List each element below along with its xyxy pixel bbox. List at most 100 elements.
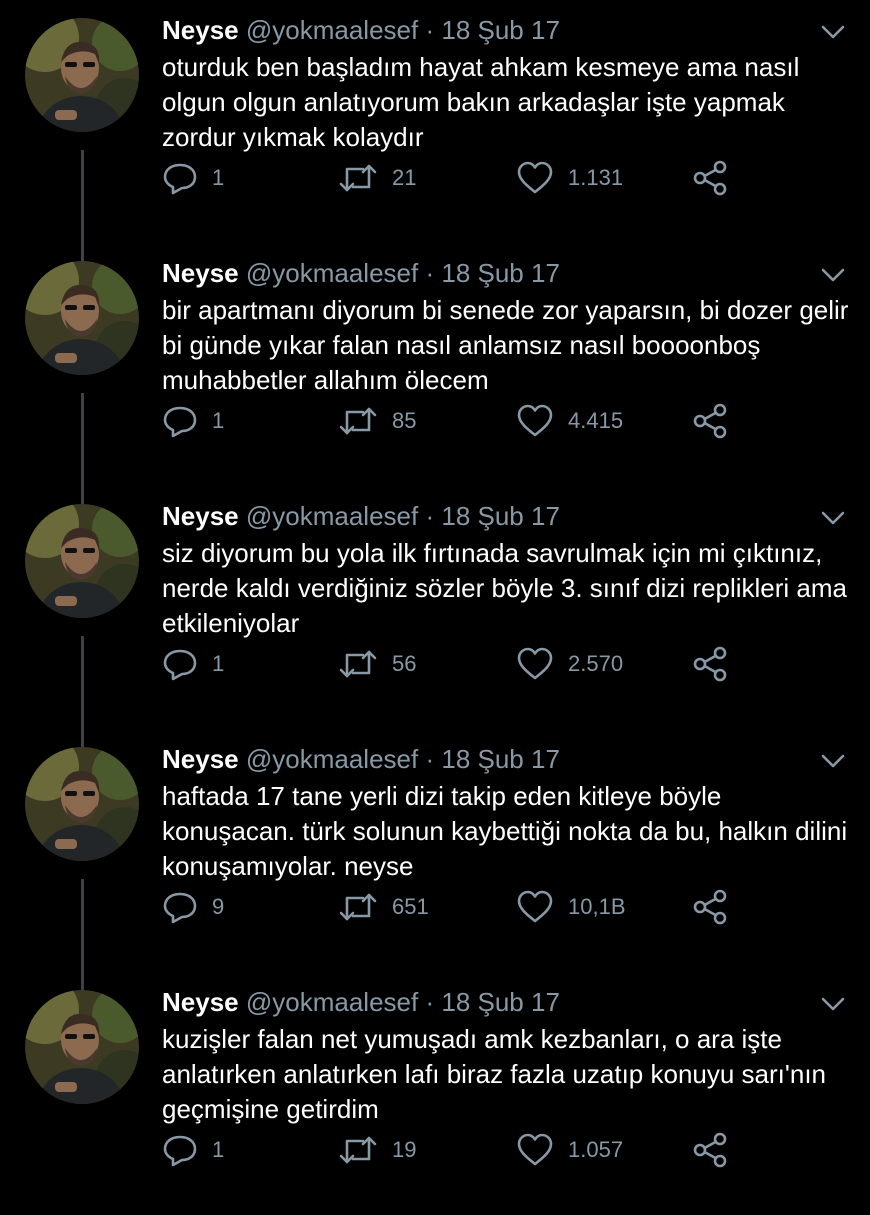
retweet-button[interactable]: 85 (338, 401, 416, 441)
user-handle[interactable]: @yokmaalesef (246, 744, 418, 774)
retweet-icon (339, 407, 377, 435)
avatar[interactable] (25, 747, 139, 861)
avatar[interactable] (25, 504, 139, 618)
retweet-button[interactable]: 56 (338, 644, 416, 684)
avatar-photo (25, 747, 139, 861)
tweet[interactable]: Neyse @yokmaalesef · 18 Şub 17 oturduk b… (0, 0, 870, 243)
reply-icon (163, 1135, 197, 1167)
reply-button[interactable]: 1 (162, 1130, 224, 1170)
share-button[interactable] (692, 401, 728, 441)
like-button[interactable]: 1.057 (516, 1130, 623, 1170)
user-handle[interactable]: @yokmaalesef (246, 15, 418, 45)
share-button[interactable] (692, 644, 728, 684)
tweet[interactable]: Neyse @yokmaalesef · 18 Şub 17 haftada 1… (0, 729, 870, 972)
reply-count: 9 (212, 894, 225, 919)
retweet-count: 56 (392, 651, 417, 676)
display-name[interactable]: Neyse (162, 15, 239, 45)
like-count: 10,1B (568, 894, 626, 919)
tweet-header: Neyse @yokmaalesef · 18 Şub 17 (162, 500, 560, 532)
avatar-photo (25, 990, 139, 1104)
tweet-date[interactable]: 18 Şub 17 (441, 501, 560, 531)
tweet[interactable]: Neyse @yokmaalesef · 18 Şub 17 kuzişler … (0, 972, 870, 1215)
tweet-menu-button[interactable] (818, 263, 848, 287)
like-count: 4.415 (568, 408, 624, 433)
display-name[interactable]: Neyse (162, 258, 239, 288)
tweet-actions: 9 651 10,1B (162, 887, 762, 927)
tweet-header: Neyse @yokmaalesef · 18 Şub 17 (162, 14, 560, 46)
reply-count: 1 (212, 165, 225, 190)
display-name[interactable]: Neyse (162, 501, 239, 531)
tweet[interactable]: Neyse @yokmaalesef · 18 Şub 17 siz diyor… (0, 486, 870, 729)
avatar[interactable] (25, 18, 139, 132)
reply-icon (163, 406, 197, 438)
tweet-menu-button[interactable] (818, 20, 848, 44)
reply-icon (163, 163, 197, 195)
like-button[interactable]: 10,1B (516, 887, 626, 927)
display-name[interactable]: Neyse (162, 744, 239, 774)
like-button[interactable]: 4.415 (516, 401, 623, 441)
avatar-photo (25, 18, 139, 132)
reply-button[interactable]: 1 (162, 401, 224, 441)
heart-icon (517, 404, 553, 437)
tweet-date[interactable]: 18 Şub 17 (441, 987, 560, 1017)
separator-dot: · (425, 501, 435, 531)
retweet-count: 651 (392, 894, 429, 919)
chevron-down-icon (821, 268, 845, 282)
reply-button[interactable]: 1 (162, 158, 224, 198)
share-button[interactable] (692, 887, 728, 927)
reply-count: 1 (212, 408, 225, 433)
like-button[interactable]: 1.131 (516, 158, 623, 198)
retweet-button[interactable]: 21 (338, 158, 416, 198)
heart-icon (517, 890, 553, 923)
retweet-icon (339, 164, 377, 192)
retweet-icon (339, 893, 377, 921)
separator-dot: · (425, 987, 435, 1017)
reply-button[interactable]: 1 (162, 644, 224, 684)
share-icon (693, 160, 727, 196)
share-button[interactable] (692, 158, 728, 198)
reply-icon (163, 892, 197, 924)
share-icon (693, 646, 727, 682)
tweet[interactable]: Neyse @yokmaalesef · 18 Şub 17 bir apart… (0, 243, 870, 486)
tweet-header: Neyse @yokmaalesef · 18 Şub 17 (162, 257, 560, 289)
retweet-button[interactable]: 19 (338, 1130, 416, 1170)
separator-dot: · (425, 15, 435, 45)
heart-icon (517, 161, 553, 194)
display-name[interactable]: Neyse (162, 987, 239, 1017)
reply-count: 1 (212, 1137, 225, 1162)
reply-count: 1 (212, 651, 225, 676)
tweet-text: bir apartmanı diyorum bi senede zor yapa… (162, 295, 849, 395)
user-handle[interactable]: @yokmaalesef (246, 987, 418, 1017)
tweet-date[interactable]: 18 Şub 17 (441, 258, 560, 288)
tweet-date[interactable]: 18 Şub 17 (441, 15, 560, 45)
user-handle[interactable]: @yokmaalesef (246, 258, 418, 288)
chevron-down-icon (821, 511, 845, 525)
tweet-menu-button[interactable] (818, 992, 848, 1016)
heart-icon (517, 647, 553, 680)
tweet-date[interactable]: 18 Şub 17 (441, 744, 560, 774)
retweet-button[interactable]: 651 (338, 887, 429, 927)
avatar[interactable] (25, 990, 139, 1104)
heart-icon (517, 1133, 553, 1166)
avatar[interactable] (25, 261, 139, 375)
like-count: 2.570 (568, 651, 624, 676)
reply-button[interactable]: 9 (162, 887, 224, 927)
tweet-menu-button[interactable] (818, 749, 848, 773)
like-count: 1.131 (568, 165, 624, 190)
separator-dot: · (425, 258, 435, 288)
tweet-menu-button[interactable] (818, 506, 848, 530)
retweet-count: 85 (392, 408, 417, 433)
tweet-header: Neyse @yokmaalesef · 18 Şub 17 (162, 986, 560, 1018)
tweet-actions: 1 21 1.131 (162, 158, 762, 198)
like-button[interactable]: 2.570 (516, 644, 623, 684)
retweet-icon (339, 1136, 377, 1164)
tweet-actions: 1 19 1.057 (162, 1130, 762, 1170)
avatar-photo (25, 504, 139, 618)
like-count: 1.057 (568, 1137, 624, 1162)
share-icon (693, 889, 727, 925)
share-button[interactable] (692, 1130, 728, 1170)
chevron-down-icon (821, 997, 845, 1011)
tweet-text: haftada 17 tane yerli dizi takip eden ki… (162, 781, 848, 881)
tweet-actions: 1 85 4.415 (162, 401, 762, 441)
user-handle[interactable]: @yokmaalesef (246, 501, 418, 531)
